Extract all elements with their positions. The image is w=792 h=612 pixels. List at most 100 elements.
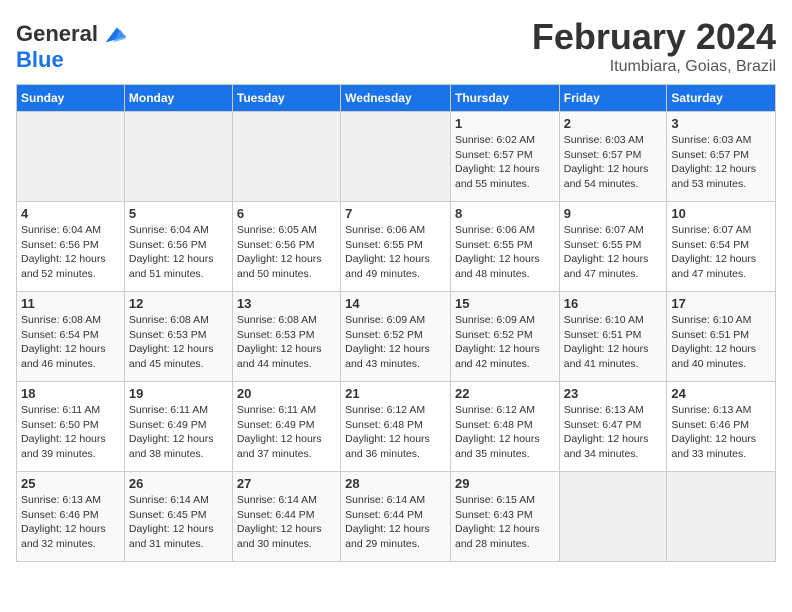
calendar-cell: 21 Sunrise: 6:12 AMSunset: 6:48 PMDayligh… [341,382,451,472]
day-number: 27 [237,476,336,491]
calendar-cell: 19 Sunrise: 6:11 AMSunset: 6:49 PMDayligh… [124,382,232,472]
day-number: 19 [129,386,228,401]
calendar-cell: 3 Sunrise: 6:03 AMSunset: 6:57 PMDaylight… [667,112,776,202]
day-number: 24 [671,386,771,401]
day-number: 9 [564,206,663,221]
calendar-cell: 20 Sunrise: 6:11 AMSunset: 6:49 PMDayligh… [232,382,340,472]
cell-info: Sunrise: 6:13 AMSunset: 6:47 PMDaylight:… [564,403,663,462]
cell-info: Sunrise: 6:06 AMSunset: 6:55 PMDaylight:… [455,223,555,282]
calendar-cell: 14Sunrise: 6:09 AMSunset: 6:52 PMDayligh… [341,292,451,382]
cell-info: Sunrise: 6:02 AMSunset: 6:57 PMDaylight:… [455,133,555,192]
calendar-cell: 22Sunrise: 6:12 AMSunset: 6:48 PMDayligh… [450,382,559,472]
cell-info: Sunrise: 6:12 AMSunset: 6:48 PMDaylight:… [455,403,555,462]
logo-text: General [16,22,98,46]
calendar-cell: 11 Sunrise: 6:08 AMSunset: 6:54 PMDayligh… [17,292,125,382]
calendar-cell: 25 Sunrise: 6:13 AMSunset: 6:46 PMDayligh… [17,472,125,562]
logo-icon [100,20,128,48]
week-row-2: 4 Sunrise: 6:04 AMSunset: 6:56 PMDaylight… [17,202,776,292]
cell-info: Sunrise: 6:13 AMSunset: 6:46 PMDaylight:… [21,493,120,552]
page-header: General Blue February 2024 Itumbiara, Go… [16,16,776,76]
day-number: 26 [129,476,228,491]
cell-info: Sunrise: 6:06 AMSunset: 6:55 PMDaylight:… [345,223,446,282]
cell-info: Sunrise: 6:03 AMSunset: 6:57 PMDaylight:… [564,133,663,192]
cell-info: Sunrise: 6:12 AMSunset: 6:48 PMDaylight:… [345,403,446,462]
calendar-cell [232,112,340,202]
calendar-cell: 23 Sunrise: 6:13 AMSunset: 6:47 PMDayligh… [559,382,667,472]
cell-info: Sunrise: 6:03 AMSunset: 6:57 PMDaylight:… [671,133,771,192]
week-row-3: 11 Sunrise: 6:08 AMSunset: 6:54 PMDayligh… [17,292,776,382]
header-cell-tuesday: Tuesday [232,85,340,112]
day-number: 21 [345,386,446,401]
cell-info: Sunrise: 6:04 AMSunset: 6:56 PMDaylight:… [21,223,120,282]
cell-info: Sunrise: 6:07 AMSunset: 6:55 PMDaylight:… [564,223,663,282]
calendar-cell: 26 Sunrise: 6:14 AMSunset: 6:45 PMDayligh… [124,472,232,562]
cell-info: Sunrise: 6:14 AMSunset: 6:44 PMDaylight:… [345,493,446,552]
cell-info: Sunrise: 6:14 AMSunset: 6:45 PMDaylight:… [129,493,228,552]
cell-info: Sunrise: 6:08 AMSunset: 6:53 PMDaylight:… [129,313,228,372]
calendar-cell: 9 Sunrise: 6:07 AMSunset: 6:55 PMDaylight… [559,202,667,292]
calendar-cell: 17 Sunrise: 6:10 AMSunset: 6:51 PMDayligh… [667,292,776,382]
day-number: 13 [237,296,336,311]
cell-info: Sunrise: 6:08 AMSunset: 6:54 PMDaylight:… [21,313,120,372]
calendar-cell: 15 Sunrise: 6:09 AMSunset: 6:52 PMDayligh… [450,292,559,382]
day-number: 15 [455,296,555,311]
day-number: 4 [21,206,120,221]
calendar-cell: 28 Sunrise: 6:14 AMSunset: 6:44 PMDayligh… [341,472,451,562]
day-number: 20 [237,386,336,401]
header-cell-wednesday: Wednesday [341,85,451,112]
cell-info: Sunrise: 6:13 AMSunset: 6:46 PMDaylight:… [671,403,771,462]
title-block: February 2024 Itumbiara, Goias, Brazil [532,16,776,76]
cell-info: Sunrise: 6:10 AMSunset: 6:51 PMDaylight:… [671,313,771,372]
calendar-cell [124,112,232,202]
cell-info: Sunrise: 6:09 AMSunset: 6:52 PMDaylight:… [455,313,555,372]
calendar-cell [17,112,125,202]
cell-info: Sunrise: 6:11 AMSunset: 6:50 PMDaylight:… [21,403,120,462]
month-title: February 2024 [532,16,776,58]
day-number: 2 [564,116,663,131]
week-row-4: 18 Sunrise: 6:11 AMSunset: 6:50 PMDayligh… [17,382,776,472]
calendar-cell: 12 Sunrise: 6:08 AMSunset: 6:53 PMDayligh… [124,292,232,382]
cell-info: Sunrise: 6:15 AMSunset: 6:43 PMDaylight:… [455,493,555,552]
header-cell-thursday: Thursday [450,85,559,112]
day-number: 11 [21,296,120,311]
calendar-cell: 10 Sunrise: 6:07 AMSunset: 6:54 PMDayligh… [667,202,776,292]
calendar-cell: 2 Sunrise: 6:03 AMSunset: 6:57 PMDaylight… [559,112,667,202]
calendar-cell: 5Sunrise: 6:04 AMSunset: 6:56 PMDaylight… [124,202,232,292]
calendar-table: SundayMondayTuesdayWednesdayThursdayFrid… [16,84,776,562]
calendar-cell: 18 Sunrise: 6:11 AMSunset: 6:50 PMDayligh… [17,382,125,472]
day-number: 25 [21,476,120,491]
calendar-cell: 7 Sunrise: 6:06 AMSunset: 6:55 PMDaylight… [341,202,451,292]
cell-info: Sunrise: 6:11 AMSunset: 6:49 PMDaylight:… [237,403,336,462]
calendar-header-row: SundayMondayTuesdayWednesdayThursdayFrid… [17,85,776,112]
day-number: 10 [671,206,771,221]
day-number: 29 [455,476,555,491]
header-cell-friday: Friday [559,85,667,112]
cell-info: Sunrise: 6:07 AMSunset: 6:54 PMDaylight:… [671,223,771,282]
day-number: 6 [237,206,336,221]
calendar-cell: 8 Sunrise: 6:06 AMSunset: 6:55 PMDaylight… [450,202,559,292]
day-number: 12 [129,296,228,311]
day-number: 14 [345,296,446,311]
day-number: 8 [455,206,555,221]
cell-info: Sunrise: 6:11 AMSunset: 6:49 PMDaylight:… [129,403,228,462]
day-number: 23 [564,386,663,401]
calendar-cell: 13 Sunrise: 6:08 AMSunset: 6:53 PMDayligh… [232,292,340,382]
day-number: 18 [21,386,120,401]
cell-info: Sunrise: 6:04 AMSunset: 6:56 PMDaylight:… [129,223,228,282]
day-number: 28 [345,476,446,491]
calendar-cell: 24 Sunrise: 6:13 AMSunset: 6:46 PMDayligh… [667,382,776,472]
calendar-cell [341,112,451,202]
day-number: 7 [345,206,446,221]
header-cell-saturday: Saturday [667,85,776,112]
day-number: 3 [671,116,771,131]
calendar-body: 1 Sunrise: 6:02 AMSunset: 6:57 PMDaylight… [17,112,776,562]
cell-info: Sunrise: 6:08 AMSunset: 6:53 PMDaylight:… [237,313,336,372]
day-number: 17 [671,296,771,311]
day-number: 1 [455,116,555,131]
calendar-cell: 29 Sunrise: 6:15 AMSunset: 6:43 PMDayligh… [450,472,559,562]
header-cell-sunday: Sunday [17,85,125,112]
calendar-cell: 16Sunrise: 6:10 AMSunset: 6:51 PMDayligh… [559,292,667,382]
location-subtitle: Itumbiara, Goias, Brazil [532,58,776,76]
week-row-5: 25 Sunrise: 6:13 AMSunset: 6:46 PMDayligh… [17,472,776,562]
day-number: 16 [564,296,663,311]
